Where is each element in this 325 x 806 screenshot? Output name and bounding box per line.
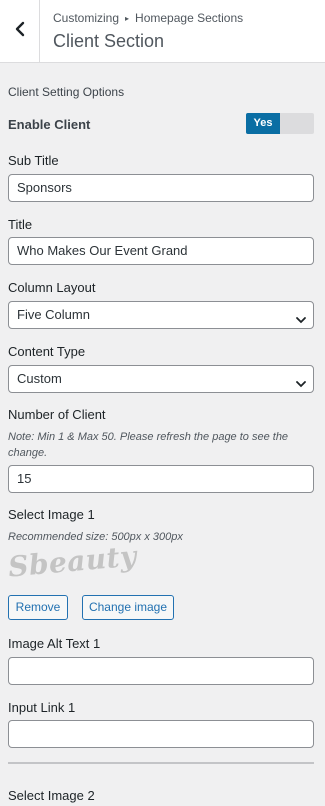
image-alt-text-1-label: Image Alt Text 1 [8, 636, 101, 651]
breadcrumb: Customizing ▸ Homepage Sections [53, 11, 243, 25]
enable-client-toggle[interactable]: Yes [246, 113, 314, 134]
breadcrumb-item: Customizing [53, 11, 120, 25]
title-label: Title [8, 217, 33, 232]
group-title: Client Setting Options [8, 85, 125, 99]
column-layout-value: Five Column [17, 307, 90, 322]
section-title: Client Section [53, 31, 165, 51]
content-type-label: Content Type [8, 344, 86, 359]
client-logo-image: Sbeauty [6, 539, 139, 584]
breadcrumb-item: Homepage Sections [135, 11, 244, 25]
number-of-client-input[interactable]: 15 [8, 465, 314, 493]
content-type-value: Custom [17, 371, 62, 386]
select-image-1-label: Select Image 1 [8, 507, 95, 522]
number-of-client-note: Note: Min 1 & Max 50. Please refresh the… [8, 431, 289, 459]
chevron-down-icon [295, 373, 307, 392]
breadcrumb-separator-icon: ▸ [125, 14, 130, 23]
image-alt-text-1-input[interactable] [8, 657, 314, 685]
sub-title-input[interactable]: Sponsors [8, 174, 314, 202]
toggle-on-label: Yes [246, 113, 280, 134]
sub-title-label: Sub Title [8, 153, 59, 168]
back-button[interactable] [0, 0, 40, 62]
customizer-header: Customizing ▸ Homepage Sections Client Sec… [0, 0, 325, 63]
title-input[interactable]: Who Makes Our Event Grand [8, 237, 314, 265]
input-link-1-input[interactable] [8, 720, 314, 748]
column-layout-select[interactable]: Five Column [8, 301, 314, 329]
remove-image-button[interactable]: Remove [8, 595, 68, 620]
input-link-1-label: Input Link 1 [8, 700, 76, 715]
chevron-down-icon [295, 309, 307, 328]
chevron-left-icon [15, 21, 25, 42]
content-type-select[interactable]: Custom [8, 365, 314, 393]
divider [8, 762, 314, 764]
enable-client-label: Enable Client [8, 117, 91, 132]
number-of-client-label: Number of Client [8, 407, 106, 422]
select-image-2-label: Select Image 2 [8, 788, 95, 803]
change-image-button[interactable]: Change image [82, 595, 174, 620]
column-layout-label: Column Layout [8, 280, 96, 295]
